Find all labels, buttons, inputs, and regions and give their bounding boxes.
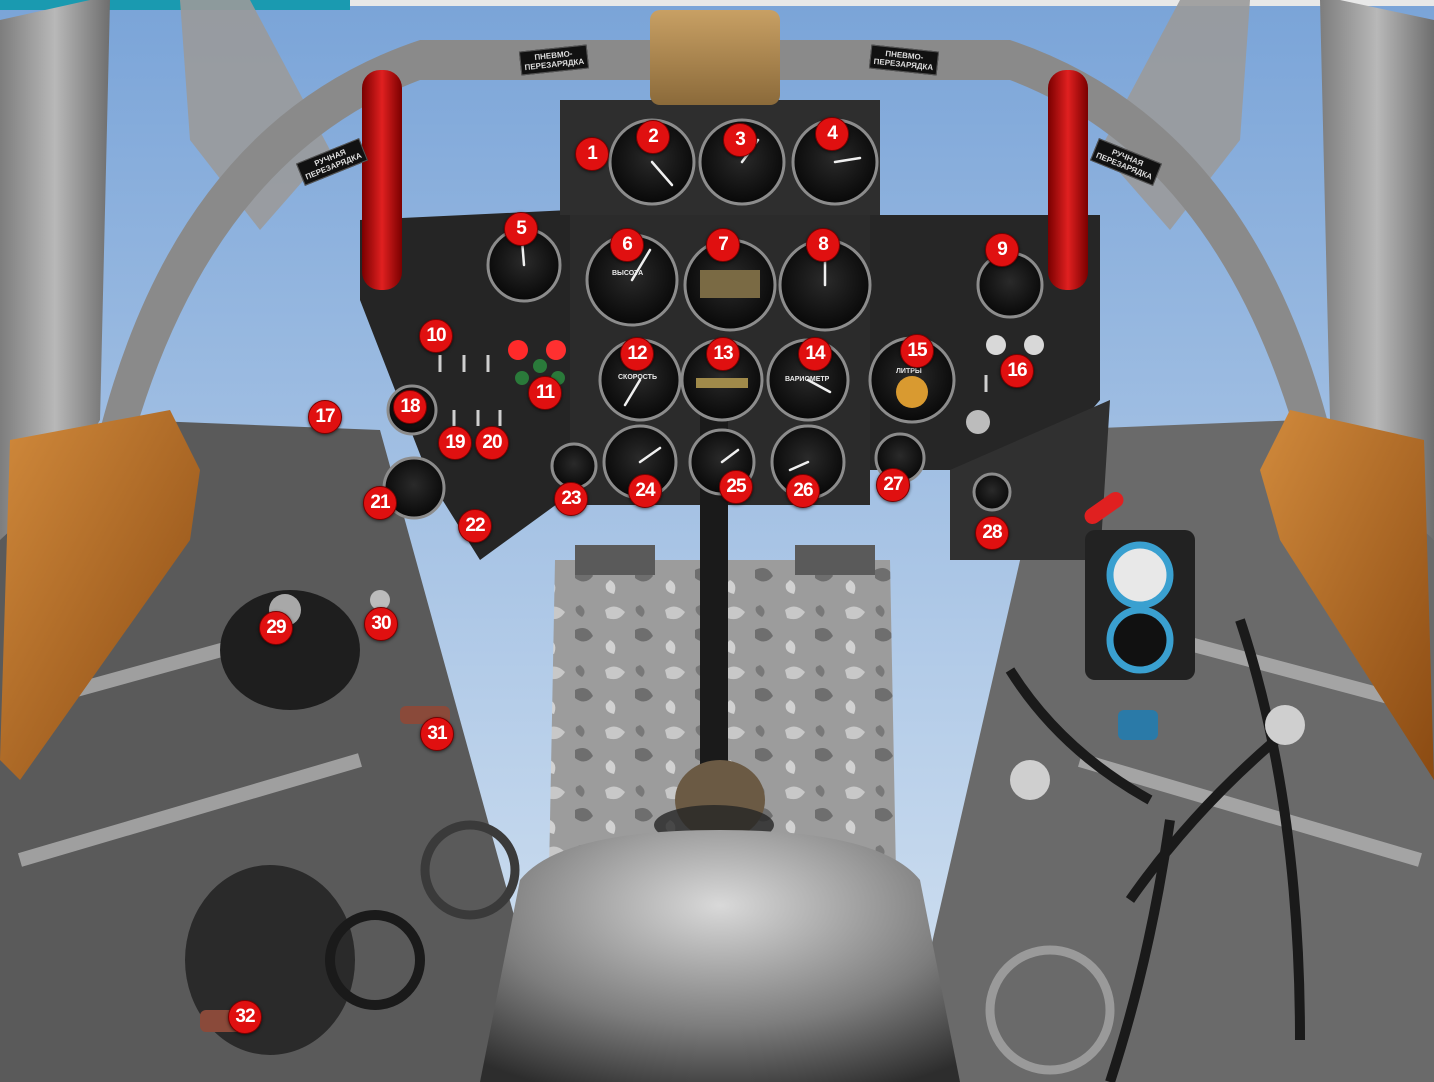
altimeter-label: ВЫСОТА xyxy=(612,270,644,277)
marker-15[interactable]: 15 xyxy=(900,334,934,368)
marker-13[interactable]: 13 xyxy=(706,337,740,371)
marker-26[interactable]: 26 xyxy=(786,474,820,508)
marker-27[interactable]: 27 xyxy=(876,468,910,502)
marker-31[interactable]: 31 xyxy=(420,717,454,751)
marker-30[interactable]: 30 xyxy=(364,607,398,641)
marker-24[interactable]: 24 xyxy=(628,474,662,508)
marker-3[interactable]: 3 xyxy=(723,123,757,157)
marker-25[interactable]: 25 xyxy=(719,470,753,504)
marker-8[interactable]: 8 xyxy=(806,228,840,262)
cockpit-scene: ПНЕВМО- ПЕРЕЗАРЯДКА ПНЕВМО- ПЕРЕЗАРЯДКА … xyxy=(0,0,1434,1082)
marker-21[interactable]: 21 xyxy=(363,486,397,520)
marker-14[interactable]: 14 xyxy=(798,337,832,371)
marker-1[interactable]: 1 xyxy=(575,137,609,171)
marker-6[interactable]: 6 xyxy=(610,228,644,262)
fuel-gauge-label: ЛИТРЫ xyxy=(896,368,922,375)
marker-16[interactable]: 16 xyxy=(1000,354,1034,388)
marker-5[interactable]: 5 xyxy=(504,212,538,246)
marker-12[interactable]: 12 xyxy=(620,337,654,371)
marker-29[interactable]: 29 xyxy=(259,611,293,645)
marker-32[interactable]: 32 xyxy=(228,1000,262,1034)
speed-gauge-label: СКОРОСТЬ xyxy=(618,374,657,381)
marker-2[interactable]: 2 xyxy=(636,120,670,154)
marker-28[interactable]: 28 xyxy=(975,516,1009,550)
marker-18[interactable]: 18 xyxy=(393,390,427,424)
marker-20[interactable]: 20 xyxy=(475,426,509,460)
marker-10[interactable]: 10 xyxy=(419,319,453,353)
marker-11[interactable]: 11 xyxy=(528,376,562,410)
marker-19[interactable]: 19 xyxy=(438,426,472,460)
marker-9[interactable]: 9 xyxy=(985,233,1019,267)
cockpit-illustration xyxy=(0,0,1434,1082)
vario-label: ВАРИОМЕТР xyxy=(785,376,830,383)
marker-17[interactable]: 17 xyxy=(308,400,342,434)
marker-23[interactable]: 23 xyxy=(554,482,588,516)
marker-7[interactable]: 7 xyxy=(706,228,740,262)
marker-4[interactable]: 4 xyxy=(815,117,849,151)
marker-22[interactable]: 22 xyxy=(458,509,492,543)
